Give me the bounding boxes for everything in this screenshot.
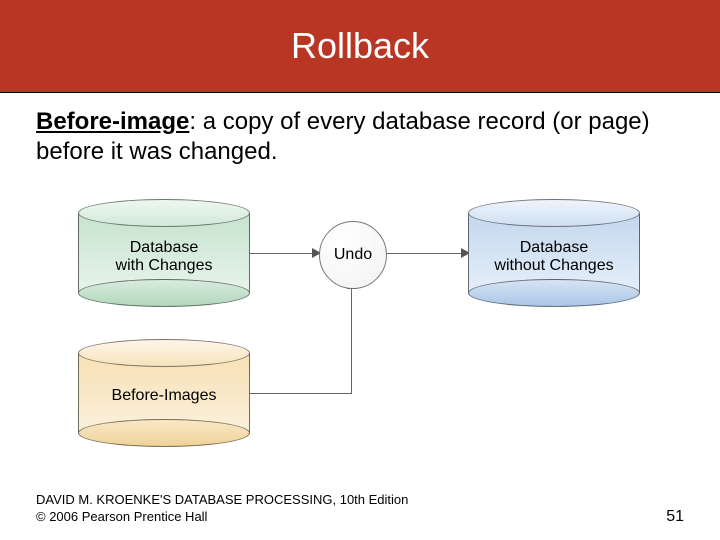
definition-text: Before-image: a copy of every database r… [0,93,720,167]
cylinder-top [78,339,250,367]
cylinder-label: Database with Changes [78,239,250,276]
cylinder-label: Before-Images [78,387,250,405]
connector-line [351,287,352,394]
cylinder-bottom [78,419,250,447]
connector-line [385,253,468,254]
title-bar: Rollback [0,0,720,93]
footer-attribution: DAVID M. KROENKE'S DATABASE PROCESSING, … [36,492,408,526]
connector-line [250,393,352,394]
cylinder-bottom [78,279,250,307]
footer-line: © 2006 Pearson Prentice Hall [36,509,207,524]
cylinder-label: Database without Changes [468,239,640,276]
cylinder-db-without-changes: Database without Changes [468,199,640,307]
cylinder-top [468,199,640,227]
cylinder-before-images: Before-Images [78,339,250,447]
label-line: Database [520,239,589,256]
cylinder-bottom [468,279,640,307]
undo-node: Undo [319,221,387,289]
cylinder-top [78,199,250,227]
label-line: with Changes [116,257,213,274]
definition-term: Before-image [36,108,189,135]
footer-line: DAVID M. KROENKE'S DATABASE PROCESSING, … [36,492,408,507]
slide: Rollback Before-image: a copy of every d… [0,0,720,540]
cylinder-db-with-changes: Database with Changes [78,199,250,307]
undo-label: Undo [334,246,372,264]
slide-footer: DAVID M. KROENKE'S DATABASE PROCESSING, … [36,492,684,526]
slide-title: Rollback [291,25,429,67]
label-line: without Changes [494,257,613,274]
page-number: 51 [666,508,684,526]
connector-line [250,253,319,254]
rollback-diagram: Database with Changes Before-Images Data… [50,181,670,471]
label-line: Database [130,239,199,256]
label-line: Before-Images [112,387,217,404]
